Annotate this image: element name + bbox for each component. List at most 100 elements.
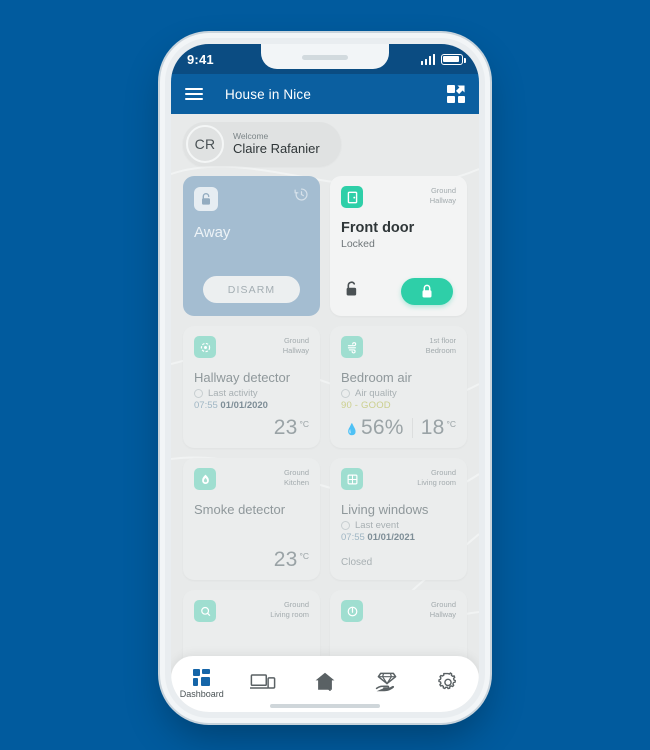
- welcome-label: Welcome: [233, 131, 269, 142]
- history-clock-icon[interactable]: [294, 187, 309, 207]
- location-floor: Ground: [283, 468, 309, 477]
- location-floor: Ground: [430, 600, 456, 609]
- hallway-detector-subrow: Last activity: [194, 388, 309, 399]
- front-door-location: Ground Hallway: [430, 186, 456, 206]
- services-diamond-hand-icon: [375, 671, 399, 697]
- front-door-name: Front door: [341, 220, 415, 236]
- living-windows-name: Living windows: [341, 502, 429, 517]
- temperature-metric: 23 °C: [274, 548, 309, 572]
- front-door-actions: [330, 278, 467, 305]
- hallway-detector-sub: Last activity: [208, 388, 258, 399]
- camera-icon: [194, 600, 216, 622]
- closed-padlock-icon[interactable]: [401, 278, 453, 305]
- nav-item-settings[interactable]: [417, 671, 479, 698]
- location-floor: Ground: [283, 600, 309, 609]
- temperature-unit: °C: [446, 419, 456, 429]
- status-ring-icon: [341, 521, 350, 530]
- settings-gear-icon: [437, 671, 459, 698]
- smoke-detector-card[interactable]: Ground Kitchen Smoke detector 23 °C: [183, 458, 320, 580]
- smoke-detector-metrics: 23 °C: [274, 548, 309, 572]
- humidity-value: 56%: [361, 416, 404, 439]
- timestamp-date: 01/01/2021: [367, 532, 415, 543]
- hallway-detector-header: Ground Hallway: [194, 336, 309, 358]
- timestamp-time: 07:55: [341, 532, 365, 543]
- home-icon: [314, 671, 336, 697]
- card-grid-row-1: Away DISARM Ground Hallway Front door Lo…: [183, 176, 467, 316]
- location-floor: 1st floor: [429, 336, 456, 345]
- temperature-value: 23: [273, 548, 298, 571]
- front-door-status: Locked: [341, 238, 375, 250]
- living-camera-header: Ground Living room: [194, 600, 309, 622]
- smoke-detector-header: Ground Kitchen: [194, 468, 309, 490]
- temperature-metric: 18 °C: [421, 416, 456, 440]
- add-widget-grid-icon[interactable]: [447, 85, 465, 103]
- phone-screen: 9:41 House in Nice CR Welcome Claire Raf…: [171, 44, 479, 712]
- status-ring-icon: [341, 389, 350, 398]
- dashboard-content: CR Welcome Claire Rafanier Away DISARM G…: [171, 122, 479, 712]
- bedroom-air-header: 1st floor Bedroom: [341, 336, 456, 358]
- power-switch-icon: [341, 600, 363, 622]
- location-room: Hallway: [429, 196, 456, 206]
- app-header: House in Nice: [171, 74, 479, 114]
- hallway-detector-card[interactable]: Ground Hallway Hallway detector Last act…: [183, 326, 320, 448]
- nav-item-dashboard[interactable]: Dashboard: [171, 669, 233, 699]
- temperature-metric: 23 °C: [274, 416, 309, 440]
- bedroom-air-card[interactable]: 1st floor Bedroom Bedroom air Air qualit…: [330, 326, 467, 448]
- front-door-card[interactable]: Ground Hallway Front door Locked: [330, 176, 467, 316]
- front-door-card-header: Ground Hallway: [341, 186, 456, 208]
- hallway-switch-location: Ground Hallway: [430, 600, 456, 620]
- timestamp-date: 01/01/2020: [220, 400, 268, 411]
- bedroom-air-sub: Air quality: [355, 388, 397, 399]
- nav-item-home[interactable]: [294, 671, 356, 697]
- location-room: Hallway: [282, 346, 309, 356]
- metric-divider: [411, 418, 413, 438]
- hallway-detector-name: Hallway detector: [194, 370, 291, 385]
- flame-smoke-icon: [194, 468, 216, 490]
- dashboard-scroll-area[interactable]: CR Welcome Claire Rafanier Away DISARM G…: [171, 114, 479, 712]
- location-floor: Ground: [430, 468, 456, 477]
- temperature-unit: °C: [299, 551, 309, 561]
- bedroom-air-name: Bedroom air: [341, 370, 412, 385]
- bedroom-air-subrow: Air quality: [341, 388, 456, 399]
- devices-icon: [250, 672, 276, 697]
- humidity-metric: 💧 56%: [345, 416, 403, 440]
- phone-frame: 9:41 House in Nice CR Welcome Claire Raf…: [165, 38, 485, 718]
- air-quality-value: 90 - GOOD: [341, 400, 391, 411]
- nav-item-devices[interactable]: [233, 672, 295, 697]
- living-windows-header: Ground Living room: [341, 468, 456, 490]
- hallway-detector-metrics: 23 °C: [274, 416, 309, 440]
- disarm-button[interactable]: DISARM: [202, 276, 301, 303]
- open-padlock-icon[interactable]: [344, 281, 359, 303]
- location-room: Living room: [270, 610, 309, 620]
- location-floor: Ground: [283, 336, 309, 345]
- status-indicators: [420, 53, 466, 65]
- card-grid-row-2: Ground Hallway Hallway detector Last act…: [183, 326, 467, 448]
- status-time: 9:41: [187, 51, 214, 67]
- user-name: Claire Rafanier: [233, 141, 320, 157]
- nav-item-services[interactable]: [356, 671, 418, 697]
- living-windows-location: Ground Living room: [417, 468, 456, 488]
- signal-bars-icon: [420, 53, 435, 65]
- living-windows-card[interactable]: Ground Living room Living windows Last e…: [330, 458, 467, 580]
- hamburger-menu-icon[interactable]: [185, 87, 203, 101]
- living-camera-location: Ground Living room: [270, 600, 309, 620]
- smoke-detector-location: Ground Kitchen: [284, 468, 309, 488]
- location-room: Living room: [417, 478, 456, 488]
- hallway-detector-location: Ground Hallway: [283, 336, 309, 356]
- unlocked-padlock-icon: [194, 187, 218, 211]
- location-room: Bedroom: [425, 346, 456, 356]
- home-indicator: [270, 704, 380, 708]
- status-ring-icon: [194, 389, 203, 398]
- location-floor: Ground: [430, 186, 456, 195]
- notch-speaker: [302, 55, 348, 60]
- air-quality-icon: [341, 336, 363, 358]
- bedroom-air-location: 1st floor Bedroom: [426, 336, 456, 356]
- window-grid-icon: [341, 468, 363, 490]
- living-windows-state: Closed: [341, 557, 373, 568]
- motion-detector-icon: [194, 336, 216, 358]
- alarm-card[interactable]: Away DISARM: [183, 176, 320, 316]
- water-drop-icon: 💧: [345, 424, 360, 436]
- welcome-card[interactable]: CR Welcome Claire Rafanier: [183, 122, 341, 166]
- alarm-state: Away: [194, 224, 231, 241]
- timestamp-time: 07:55: [194, 400, 218, 411]
